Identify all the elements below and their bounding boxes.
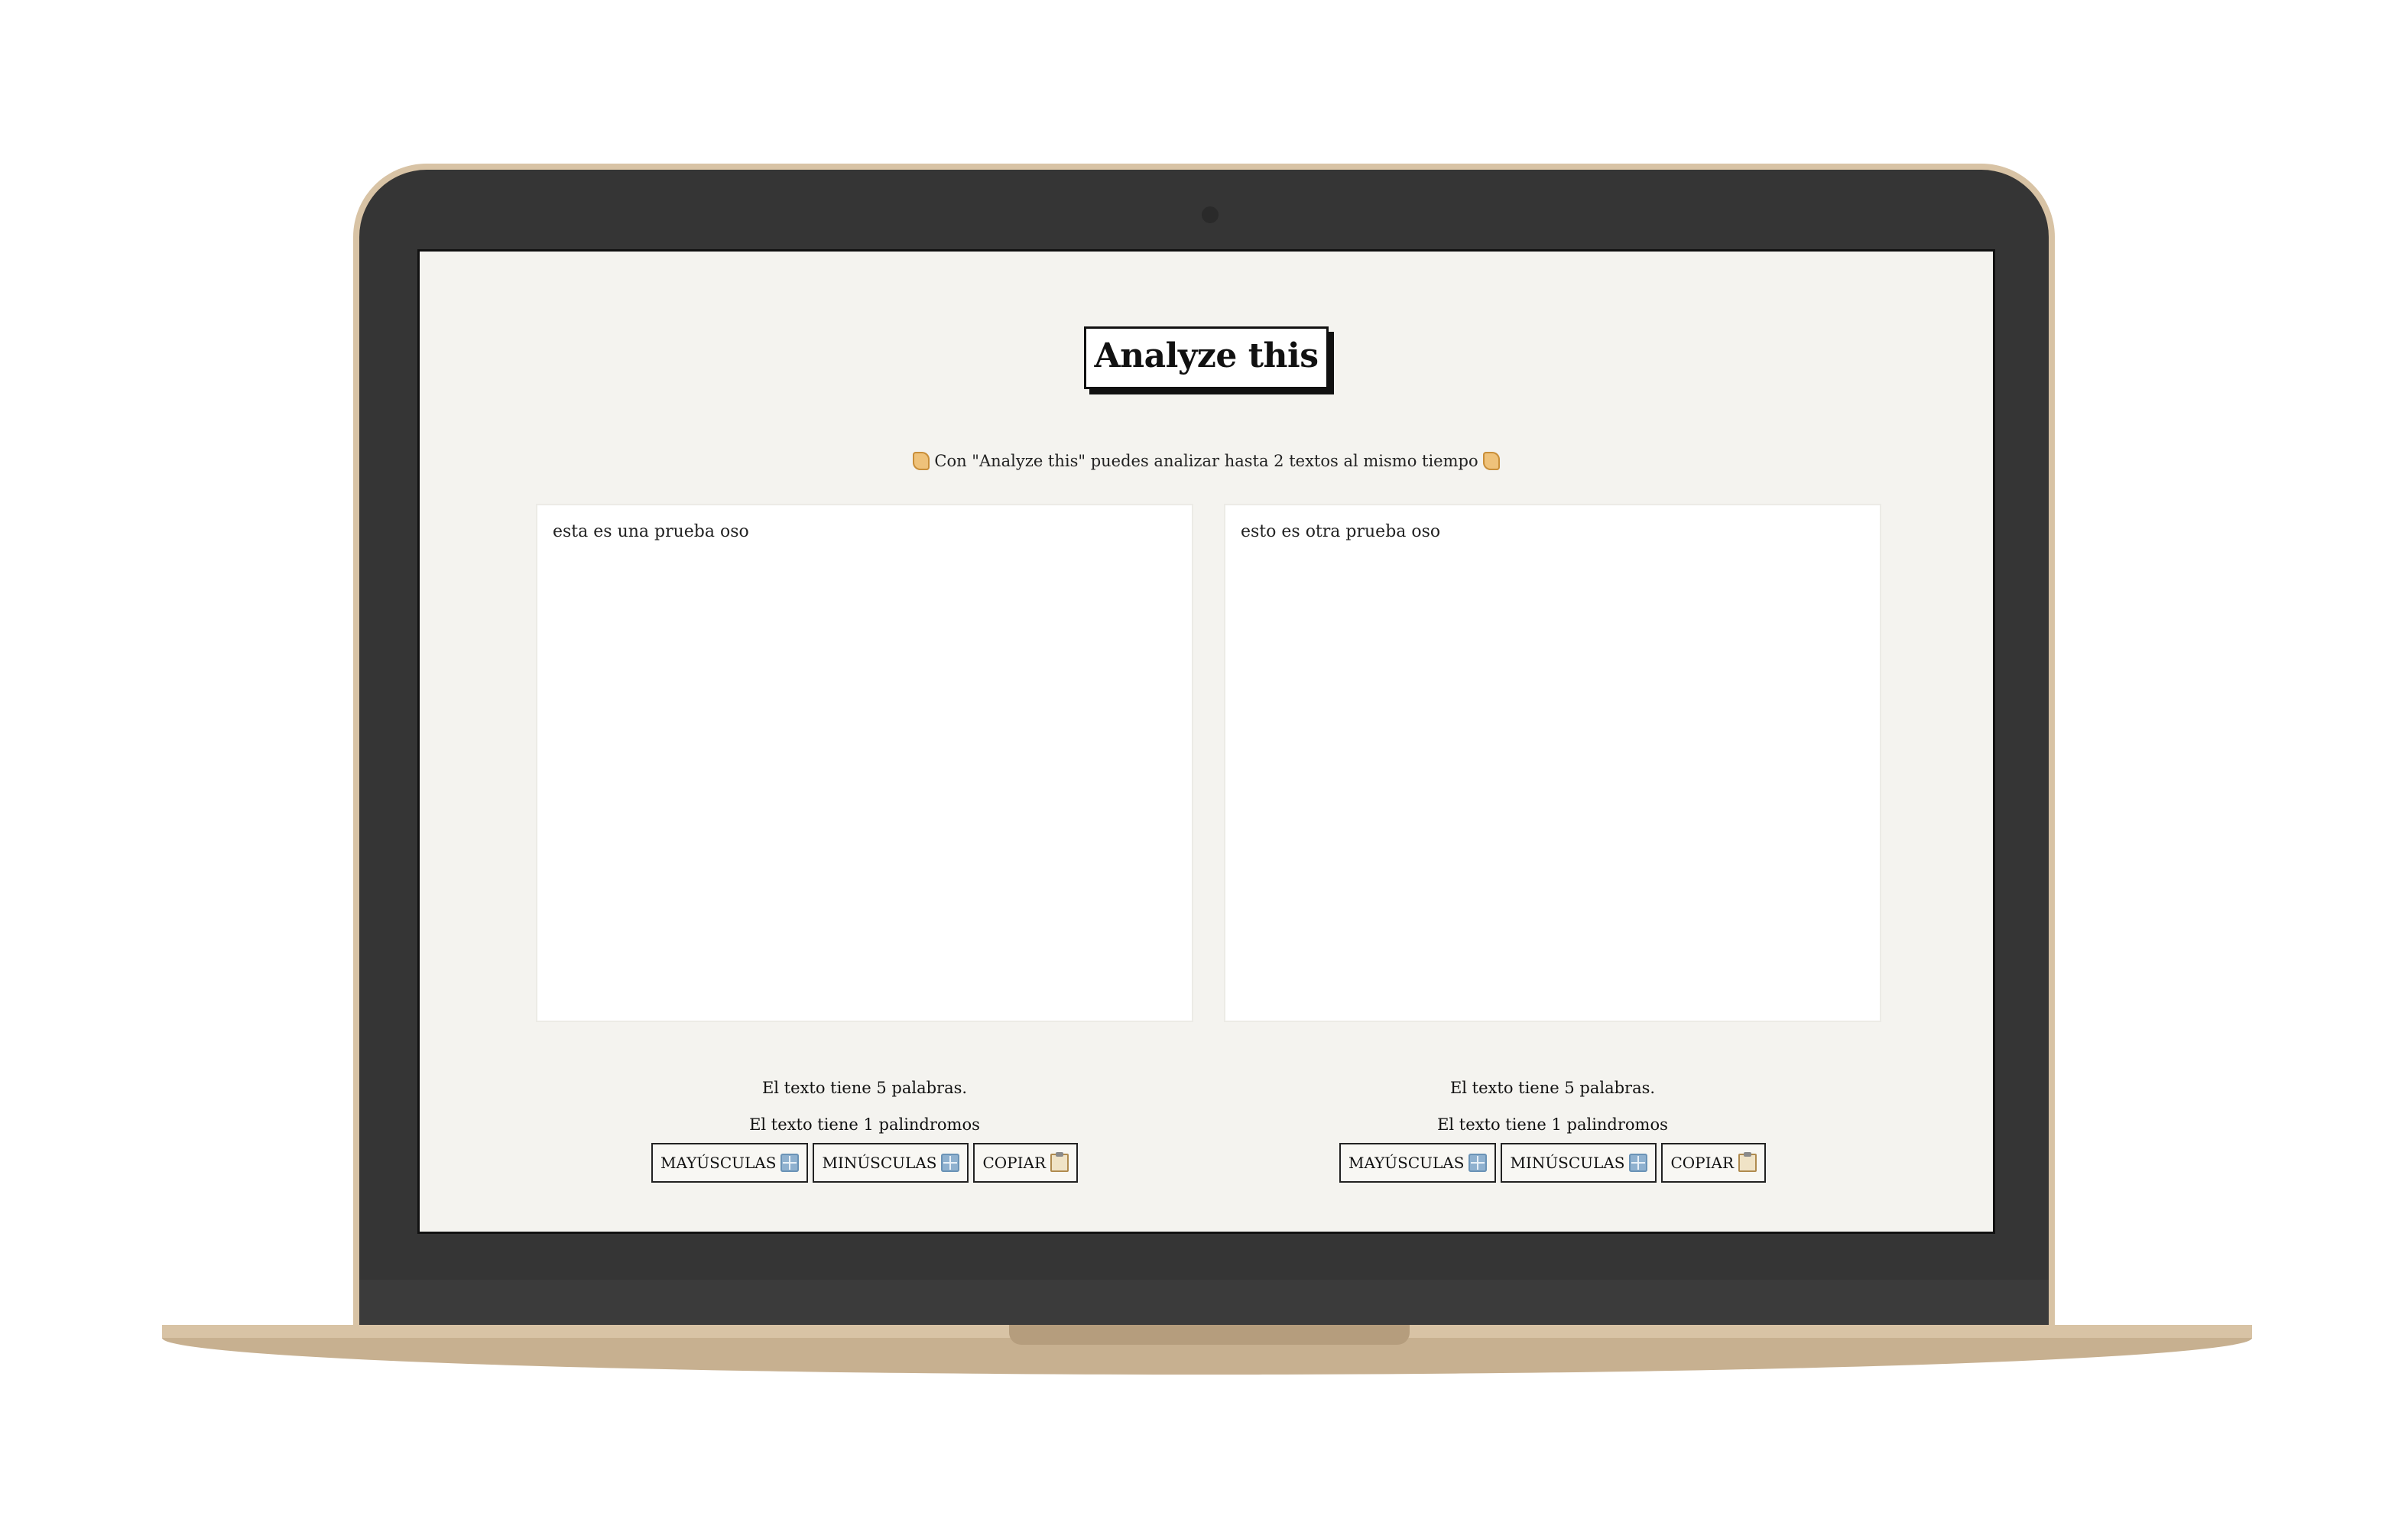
subtitle-text: Con "Analyze this" puedes analizar hasta… (934, 452, 1478, 470)
button-row-2: MAYÚSCULAS MINÚSCULAS COPIAR (1224, 1143, 1881, 1183)
lowercase-button[interactable]: MINÚSCULAS (1501, 1143, 1657, 1183)
app-screen: Analyze this Con "Analyze this" puedes a… (417, 249, 1995, 1234)
input-latin-lowercase-icon (941, 1153, 960, 1172)
uppercase-button-label: MAYÚSCULAS (660, 1154, 777, 1172)
lowercase-button-label: MINÚSCULAS (1510, 1154, 1625, 1172)
text-input-1[interactable]: esta es una prueba oso (536, 504, 1193, 1022)
stats-2: El texto tiene 5 palabras. El texto tien… (1224, 1070, 1881, 1143)
uppercase-button[interactable]: MAYÚSCULAS (651, 1143, 809, 1183)
webcam-icon (1202, 206, 1219, 223)
text-input-2[interactable]: esto es otra prueba oso (1224, 504, 1881, 1022)
input-latin-uppercase-icon (780, 1153, 800, 1172)
lowercase-button[interactable]: MINÚSCULAS (813, 1143, 969, 1183)
page-title: Analyze this (1084, 326, 1329, 389)
clipboard-icon (1050, 1151, 1069, 1172)
header: Analyze this (420, 326, 1993, 389)
copy-button-label: COPIAR (1670, 1154, 1735, 1172)
text-panel-1: esta es una prueba oso El texto tiene 5 … (536, 504, 1193, 1183)
uppercase-button-label: MAYÚSCULAS (1348, 1154, 1465, 1172)
uppercase-button[interactable]: MAYÚSCULAS (1339, 1143, 1497, 1183)
input-latin-uppercase-icon (1468, 1153, 1488, 1172)
subtitle: Con "Analyze this" puedes analizar hasta… (420, 451, 1993, 472)
palindrome-count-text: El texto tiene 1 palindromos (749, 1115, 980, 1134)
copy-button[interactable]: COPIAR (1661, 1143, 1767, 1183)
text-panel-2: esto es otra prueba oso El texto tiene 5… (1224, 504, 1881, 1183)
scroll-icon (913, 451, 930, 470)
laptop-notch (1009, 1325, 1410, 1345)
laptop-chin (359, 1280, 2049, 1326)
copy-button-label: COPIAR (982, 1154, 1047, 1172)
copy-button[interactable]: COPIAR (973, 1143, 1079, 1183)
scroll-icon (1482, 451, 1500, 470)
word-count-text: El texto tiene 5 palabras. (1449, 1079, 1656, 1097)
button-row-1: MAYÚSCULAS MINÚSCULAS COPIAR (536, 1143, 1193, 1183)
lowercase-button-label: MINÚSCULAS (822, 1154, 937, 1172)
stats-1: El texto tiene 5 palabras. El texto tien… (536, 1070, 1193, 1143)
clipboard-icon (1738, 1151, 1757, 1172)
palindrome-count-text: El texto tiene 1 palindromos (1437, 1115, 1668, 1134)
word-count-text: El texto tiene 5 palabras. (761, 1079, 968, 1097)
input-latin-lowercase-icon (1629, 1153, 1648, 1172)
